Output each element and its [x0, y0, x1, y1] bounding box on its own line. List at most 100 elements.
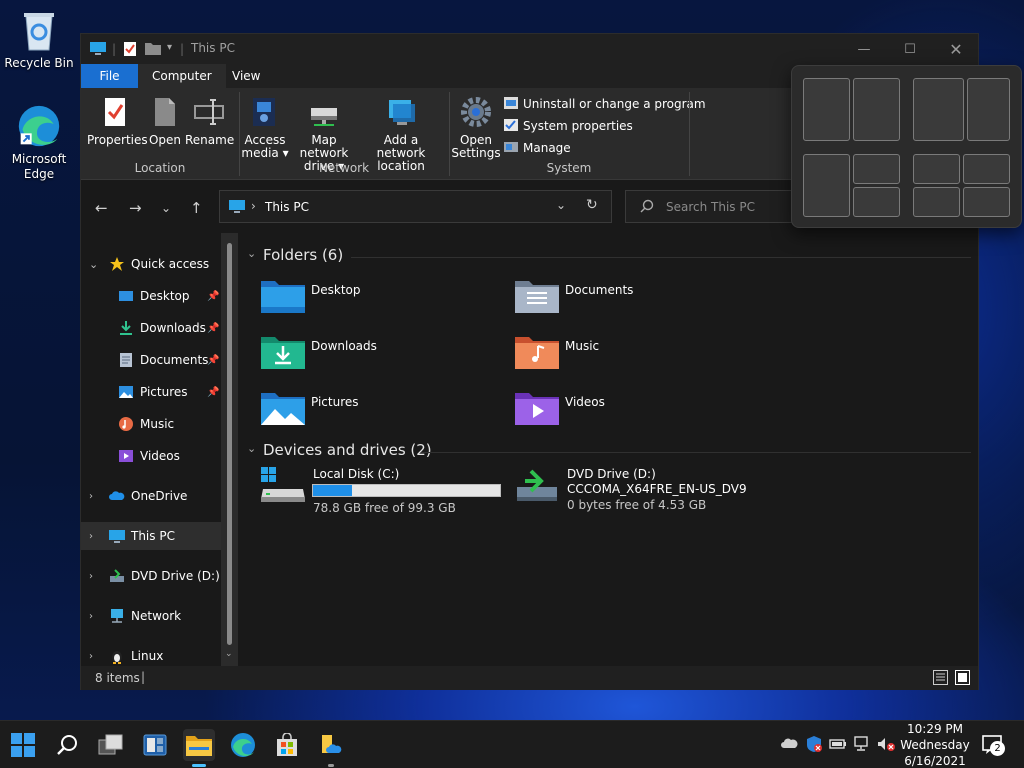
sidebar-item-documents[interactable]: Documents 📌: [81, 346, 221, 374]
desktop-icon-edge[interactable]: Microsoft Edge: [4, 104, 74, 182]
dvd-drive-icon: [109, 568, 125, 584]
access-media-button[interactable]: Access media ▾: [241, 94, 289, 160]
snap-zone-half-left[interactable]: [803, 78, 850, 141]
drive-free-space: 0 bytes free of 4.53 GB: [567, 498, 707, 512]
tab-file[interactable]: File: [81, 64, 138, 88]
snap-layouts-flyout: [791, 65, 1022, 228]
snap-zone-quad-bottom-left[interactable]: [913, 187, 960, 217]
maximize-button[interactable]: ☐: [887, 34, 933, 64]
rename-button[interactable]: Rename: [185, 94, 235, 147]
collapse-chevron-icon[interactable]: ⌄: [247, 247, 256, 260]
edge-button[interactable]: [227, 729, 259, 761]
snap-zone-main-left[interactable]: [803, 154, 850, 217]
sidebar-item-videos[interactable]: Videos: [81, 442, 221, 470]
tab-computer[interactable]: Computer: [138, 64, 226, 88]
folder-downloads[interactable]: Downloads: [261, 333, 501, 377]
scroll-down-icon[interactable]: ⌄: [225, 649, 233, 659]
scrollbar-thumb[interactable]: [227, 243, 232, 645]
system-properties-label: System properties: [523, 119, 633, 133]
clock-day: Wednesday: [900, 738, 970, 752]
network-tray-icon[interactable]: [853, 736, 871, 755]
notification-center-button[interactable]: 2: [982, 735, 1005, 758]
expand-chevron-icon[interactable]: ›: [89, 571, 93, 582]
folder-label: Downloads: [311, 339, 377, 353]
properties-quick-icon[interactable]: [123, 41, 137, 60]
close-button[interactable]: ✕: [933, 34, 979, 64]
sidebar-label: Music: [140, 417, 175, 431]
task-view-button[interactable]: [95, 729, 127, 761]
address-bar[interactable]: › This PC ⌄ ↻: [219, 190, 612, 223]
uninstall-program-button[interactable]: Uninstall or change a program: [503, 95, 706, 113]
drive-c[interactable]: Local Disk (C:) 78.8 GB free of 99.3 GB: [261, 465, 511, 515]
folder-pictures[interactable]: Pictures: [261, 389, 501, 433]
open-button[interactable]: Open: [145, 94, 185, 147]
recent-locations-button[interactable]: ⌄: [161, 201, 171, 215]
sidebar-item-this-pc[interactable]: › This PC: [81, 522, 221, 550]
sidebar-item-downloads[interactable]: Downloads 📌: [81, 314, 221, 342]
sidebar-item-quick-access[interactable]: ⌄ Quick access: [81, 250, 221, 278]
address-dropdown-icon[interactable]: ⌄: [556, 198, 566, 212]
sidebar-item-onedrive[interactable]: › OneDrive: [81, 482, 221, 510]
refresh-icon[interactable]: ↻: [586, 197, 598, 213]
desktop-icon: [118, 288, 134, 304]
snap-zone-top-right[interactable]: [853, 154, 900, 184]
manage-button[interactable]: Manage: [503, 139, 571, 157]
snap-zone-quad-top-left[interactable]: [913, 154, 960, 184]
widgets-button[interactable]: [139, 729, 171, 761]
search-input[interactable]: Search This PC: [666, 200, 755, 214]
snap-zone-bottom-right[interactable]: [853, 187, 900, 217]
expand-chevron-icon[interactable]: ⌄: [89, 258, 98, 271]
system-properties-button[interactable]: System properties: [503, 117, 633, 135]
sidebar-item-music[interactable]: Music: [81, 410, 221, 438]
expand-chevron-icon[interactable]: ›: [89, 491, 93, 502]
properties-button[interactable]: Properties: [87, 94, 148, 147]
file-explorer-button[interactable]: [183, 729, 215, 761]
store-button[interactable]: [271, 729, 303, 761]
open-settings-button[interactable]: Open Settings: [451, 94, 501, 160]
expand-chevron-icon[interactable]: ›: [89, 531, 93, 542]
customize-quick-access-icon[interactable]: ▾: [167, 42, 172, 53]
security-shield-icon[interactable]: [806, 735, 823, 756]
sidebar-item-pictures[interactable]: Pictures 📌: [81, 378, 221, 406]
search-button[interactable]: [51, 729, 83, 761]
onedrive-tray-icon[interactable]: [781, 738, 798, 752]
sidebar-item-dvd-drive[interactable]: › DVD Drive (D:) CC: [81, 562, 238, 590]
folder-cloud-button[interactable]: [315, 729, 347, 761]
snap-zone-quad-bottom-right[interactable]: [963, 187, 1010, 217]
sidebar-item-desktop[interactable]: Desktop 📌: [81, 282, 221, 310]
folder-music[interactable]: Music: [515, 333, 755, 377]
search-icon: [640, 199, 654, 216]
snap-zone-wide-left[interactable]: [913, 78, 964, 141]
snap-zone-quad-top-right[interactable]: [963, 154, 1010, 184]
folder-desktop[interactable]: Desktop: [261, 277, 501, 321]
desktop-icon-recycle-bin[interactable]: Recycle Bin: [4, 8, 74, 70]
minimize-button[interactable]: —: [841, 34, 887, 64]
sidebar-scrollbar[interactable]: ⌄: [221, 233, 238, 666]
store-icon: [277, 733, 297, 756]
battery-icon[interactable]: [829, 737, 847, 754]
clock[interactable]: 10:29 PM Wednesday 6/16/2021: [900, 721, 970, 768]
tab-view[interactable]: View: [218, 64, 274, 88]
forward-button[interactable]: →: [129, 199, 142, 217]
snap-zone-narrow-right[interactable]: [967, 78, 1010, 141]
up-button[interactable]: ↑: [190, 199, 203, 217]
folder-documents[interactable]: Documents: [515, 277, 755, 321]
folder-videos[interactable]: Videos: [515, 389, 755, 433]
folders-header[interactable]: Folders (6): [263, 246, 343, 264]
snap-zone-half-right[interactable]: [853, 78, 900, 141]
expand-chevron-icon[interactable]: ›: [89, 611, 93, 622]
new-folder-quick-icon[interactable]: [145, 42, 161, 58]
sidebar-item-linux[interactable]: › Linux: [81, 642, 221, 666]
drive-d[interactable]: DVD Drive (D:) CCCOMA_X64FRE_EN-US_DV9 0…: [515, 465, 775, 513]
expand-chevron-icon[interactable]: ›: [89, 651, 93, 662]
volume-muted-icon[interactable]: [877, 737, 895, 754]
devices-drives-header[interactable]: Devices and drives (2): [263, 441, 432, 459]
back-button[interactable]: ←: [95, 199, 108, 217]
rename-label: Rename: [185, 133, 235, 147]
start-button[interactable]: [7, 729, 39, 761]
large-icons-view-icon[interactable]: [955, 670, 970, 688]
access-media-label-2: media ▾: [241, 146, 289, 160]
collapse-chevron-icon[interactable]: ⌄: [247, 442, 256, 455]
sidebar-item-network[interactable]: › Network: [81, 602, 221, 630]
details-view-icon[interactable]: [933, 670, 948, 688]
